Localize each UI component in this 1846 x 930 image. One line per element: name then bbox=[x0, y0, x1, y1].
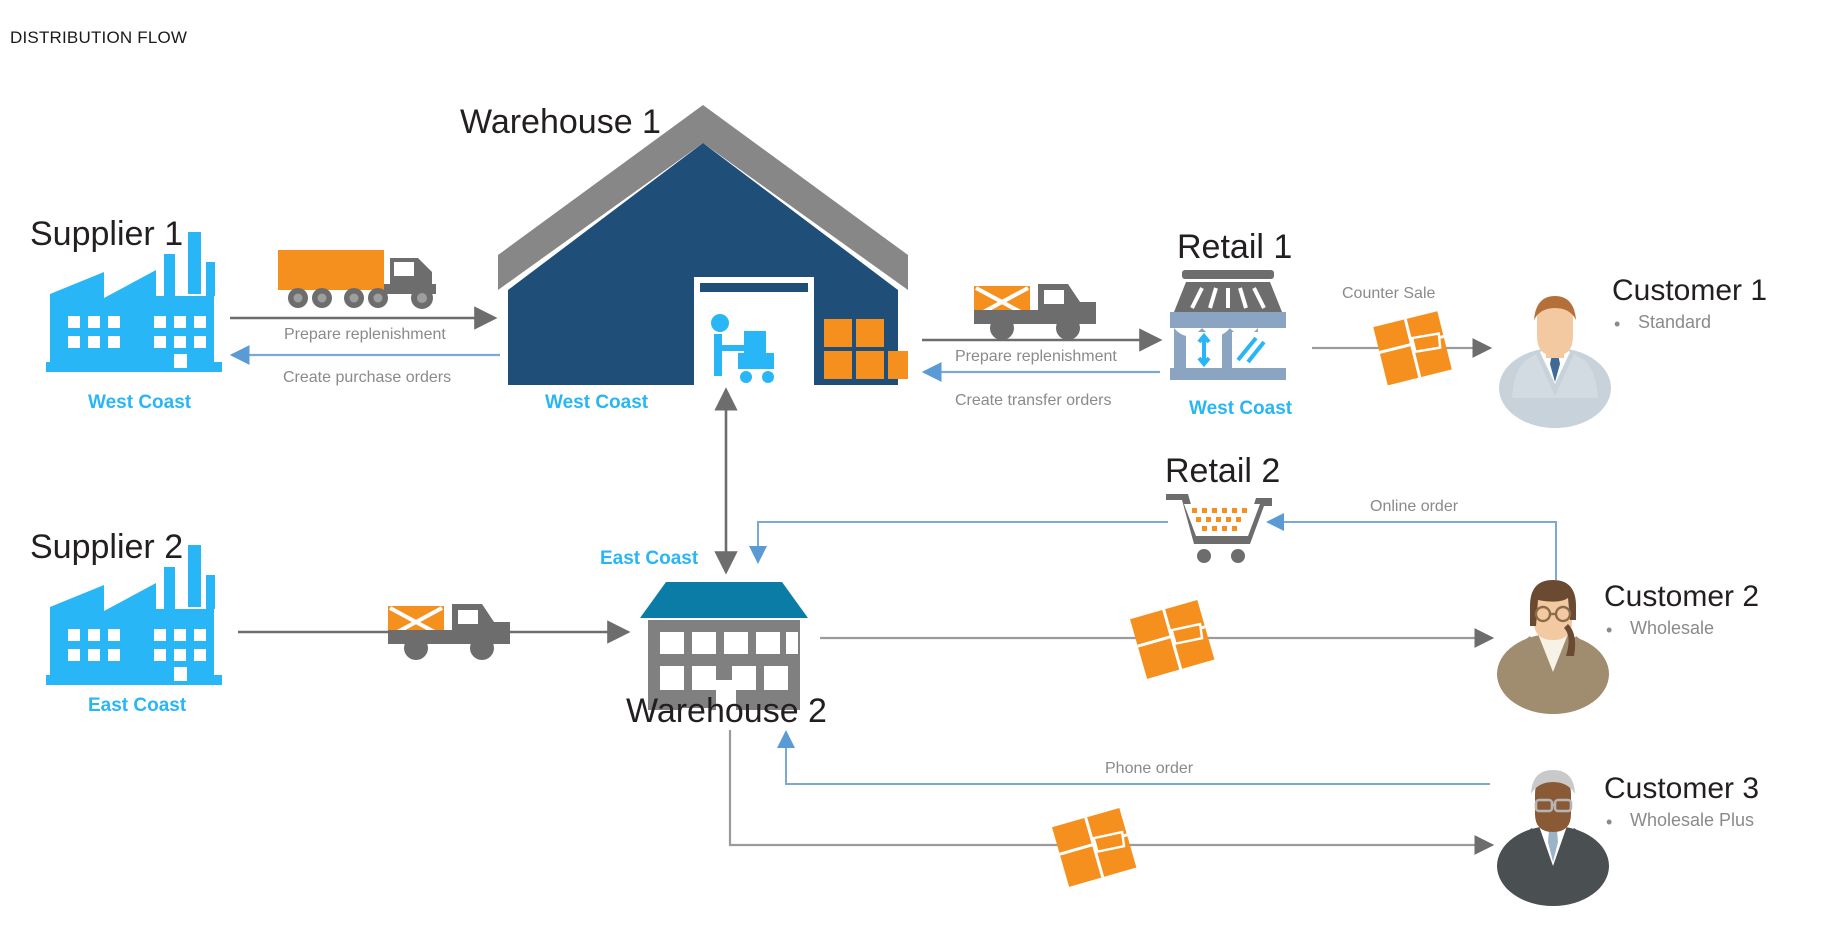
label-create-transfer-orders: Create transfer orders bbox=[955, 392, 1112, 409]
retail2-title: Retail 2 bbox=[1165, 452, 1281, 490]
customer2-bullet-dot: • bbox=[1606, 620, 1613, 640]
label-create-purchase-orders: Create purchase orders bbox=[283, 369, 452, 386]
shopping-cart-icon[interactable] bbox=[1164, 492, 1274, 564]
label-prepare-replenishment-retail1: Prepare replenishment bbox=[955, 348, 1117, 365]
label-prepare-replenishment-supplier1: Prepare replenishment bbox=[284, 326, 446, 343]
avatar-female-icon[interactable] bbox=[1494, 572, 1612, 714]
package-icon-3 bbox=[1052, 807, 1137, 887]
supplier2-region: East Coast bbox=[88, 695, 187, 716]
label-phone-order: Phone order bbox=[1105, 760, 1194, 777]
customer1-title: Customer 1 bbox=[1612, 274, 1768, 307]
warehouse2-region: East Coast bbox=[600, 548, 699, 569]
avatar-senior-male-icon[interactable] bbox=[1494, 764, 1612, 906]
storefront-icon[interactable] bbox=[1168, 270, 1288, 386]
warehouse-building-icon[interactable] bbox=[498, 105, 908, 385]
customer3-title: Customer 3 bbox=[1604, 772, 1760, 805]
package-icon-2 bbox=[1130, 599, 1215, 679]
retail1-title: Retail 1 bbox=[1177, 228, 1293, 266]
factory-icon bbox=[46, 232, 222, 372]
warehouse1-region: West Coast bbox=[545, 392, 649, 413]
retail1-region: West Coast bbox=[1189, 398, 1293, 419]
pickup-truck-icon-1 bbox=[974, 284, 1096, 340]
warehouse2-title: Warehouse 2 bbox=[626, 692, 827, 730]
pickup-truck-icon-2 bbox=[388, 604, 510, 660]
customer3-bullet-dot: • bbox=[1606, 812, 1613, 832]
label-counter-sale: Counter Sale bbox=[1342, 285, 1436, 302]
factory-icon-2 bbox=[46, 545, 222, 685]
customer1-type: Standard bbox=[1638, 312, 1712, 332]
avatar-male-icon[interactable] bbox=[1496, 288, 1614, 428]
package-icon-1 bbox=[1373, 311, 1452, 386]
customer2-type: Wholesale bbox=[1630, 618, 1715, 638]
supplier1-region: West Coast bbox=[88, 392, 192, 413]
customer3-type: Wholesale Plus bbox=[1630, 810, 1755, 830]
label-online-order: Online order bbox=[1370, 498, 1459, 515]
customer1-bullet-dot: • bbox=[1614, 314, 1621, 334]
distribution-flow-diagram: DISTRIBUTION FLOW Supplier 1 West Coast … bbox=[0, 0, 1846, 930]
semi-truck-icon bbox=[278, 250, 436, 309]
customer2-title: Customer 2 bbox=[1604, 580, 1760, 613]
arrow-retail2-to-warehouse2 bbox=[749, 521, 1168, 564]
